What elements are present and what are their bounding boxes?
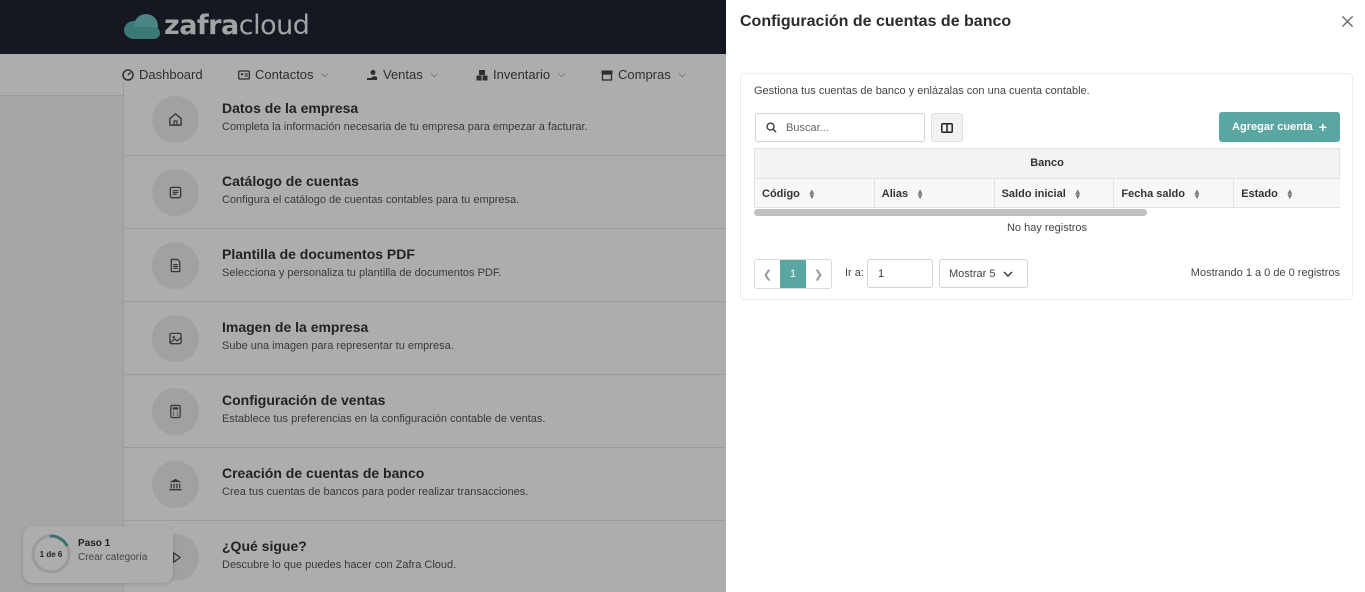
- bank-accounts-drawer: Configuración de cuentas de banco Gestio…: [726, 0, 1365, 592]
- page-size-label: Mostrar 5: [949, 267, 996, 280]
- empty-state-text: No hay registros: [1006, 222, 1088, 234]
- bank-accounts-card: Gestiona tus cuentas de banco y enlázala…: [740, 73, 1353, 300]
- prev-page-button[interactable]: ❮: [755, 260, 780, 288]
- add-account-button[interactable]: Agregar cuenta +: [1219, 112, 1340, 142]
- column-label: Saldo inicial: [1001, 187, 1066, 200]
- modal-backdrop[interactable]: [0, 0, 726, 592]
- sort-icon: ▲ ▼: [807, 186, 816, 201]
- add-account-label: Agregar cuenta: [1232, 121, 1313, 133]
- current-page-button[interactable]: 1: [780, 260, 806, 288]
- pagination: ❮ 1 ❯: [754, 259, 832, 289]
- page-size-select[interactable]: Mostrar 5: [939, 259, 1028, 288]
- column-label: Estado: [1241, 187, 1278, 200]
- column-header-codigo[interactable]: Código ▲ ▼: [755, 179, 875, 208]
- column-label: Código: [762, 187, 800, 200]
- columns-toggle-button[interactable]: [931, 113, 963, 142]
- search-icon: [766, 122, 777, 133]
- search-field[interactable]: [755, 113, 925, 142]
- goto-page-label: Ir a:: [845, 267, 864, 279]
- plus-icon: +: [1318, 119, 1327, 135]
- card-description: Gestiona tus cuentas de banco y enlázala…: [754, 85, 1090, 97]
- column-header-alias[interactable]: Alias ▲ ▼: [875, 179, 995, 208]
- drawer-title: Configuración de cuentas de banco: [740, 13, 1012, 30]
- horizontal-scrollbar[interactable]: [754, 209, 1147, 216]
- columns-icon: [941, 122, 953, 133]
- bank-accounts-table: Banco Código ▲ ▼ Alias ▲ ▼ Saldo inicial ▲ ▼ F…: [754, 148, 1340, 234]
- next-page-button[interactable]: ❯: [806, 260, 831, 288]
- close-icon[interactable]: [1338, 13, 1356, 31]
- sort-icon: ▲ ▼: [1192, 186, 1201, 201]
- column-label: Alias: [881, 187, 909, 200]
- goto-page-input[interactable]: [867, 259, 933, 288]
- column-header-saldo-inicial[interactable]: Saldo inicial ▲ ▼: [995, 179, 1115, 208]
- records-summary: Mostrando 1 a 0 de 0 registros: [1190, 267, 1340, 279]
- sort-icon: ▲ ▼: [1285, 186, 1294, 201]
- column-header-estado[interactable]: Estado ▲ ▼: [1234, 179, 1340, 208]
- sort-icon: ▲ ▼: [916, 186, 925, 201]
- column-header-fecha-saldo[interactable]: Fecha saldo ▲ ▼: [1114, 179, 1235, 208]
- column-label: Fecha saldo: [1121, 187, 1185, 200]
- table-group-header: Banco: [754, 148, 1340, 179]
- table-header-row: Código ▲ ▼ Alias ▲ ▼ Saldo inicial ▲ ▼ Fecha s…: [754, 179, 1340, 208]
- chevron-down-icon: [1003, 271, 1013, 277]
- sort-icon: ▲ ▼: [1073, 186, 1082, 201]
- search-input[interactable]: [786, 119, 916, 137]
